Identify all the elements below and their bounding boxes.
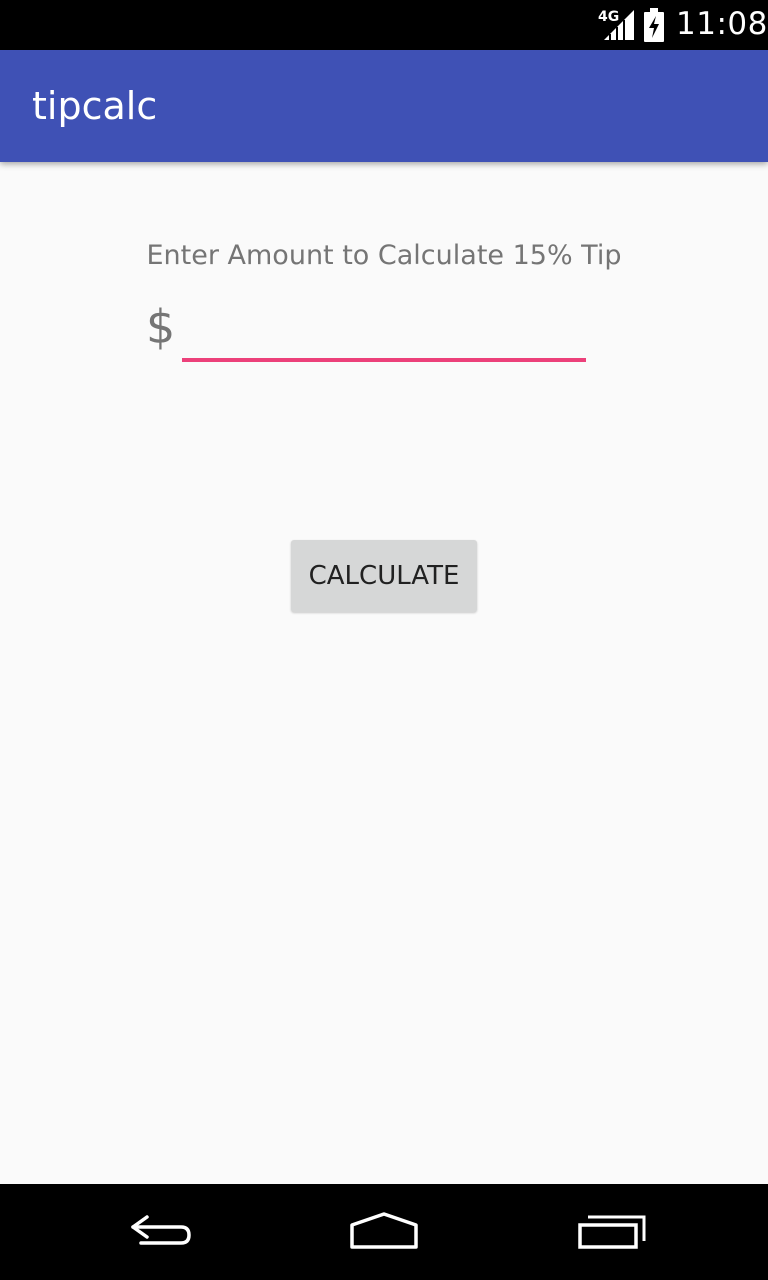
main-content: Enter Amount to Calculate 15% Tip $ CALC… [0, 162, 768, 1184]
currency-symbol: $ [146, 300, 176, 354]
navigation-bar [0, 1184, 768, 1280]
calculate-button[interactable]: CALCULATE [291, 540, 477, 612]
app-title: tipcalc [32, 84, 158, 128]
battery-charging-icon [642, 8, 666, 46]
status-bar: 4G 11:08 [0, 0, 768, 50]
instruction-label: Enter Amount to Calculate 15% Tip [146, 240, 622, 271]
home-icon[interactable] [344, 1206, 424, 1256]
status-clock: 11:08 [676, 6, 768, 42]
recents-icon[interactable] [570, 1206, 650, 1256]
back-icon[interactable] [120, 1206, 200, 1256]
signal-icon [604, 8, 634, 44]
amount-input[interactable] [182, 298, 586, 362]
app-bar: tipcalc [0, 50, 768, 162]
